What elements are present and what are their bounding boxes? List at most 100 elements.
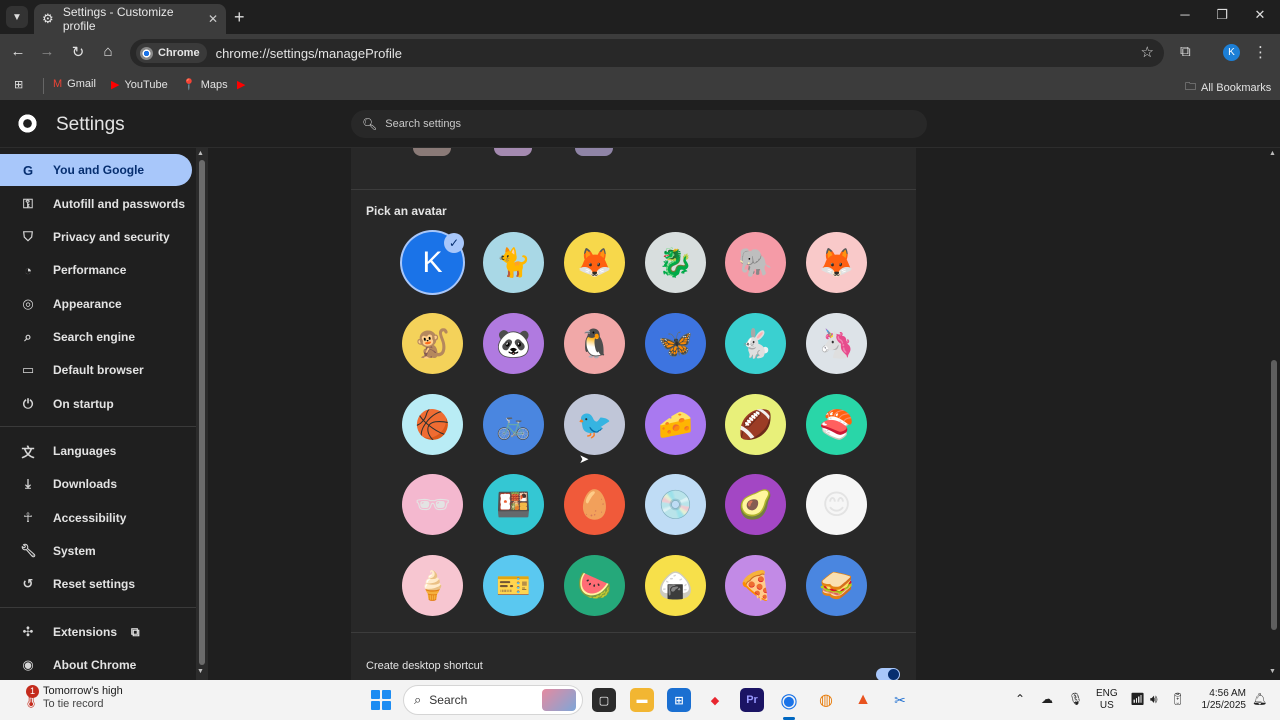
new-tab-button[interactable]: + — [234, 7, 245, 28]
scrollbar-thumb[interactable] — [199, 160, 205, 665]
snipping-tool-icon[interactable]: ✂ — [888, 688, 912, 712]
scroll-up-icon[interactable]: ▲ — [197, 150, 204, 157]
clock[interactable]: 4:56 AM 1/25/2025 — [1190, 688, 1247, 712]
avatar-basketball[interactable]: 🏀 — [402, 394, 463, 455]
taskbar-search[interactable]: ⌕ Search — [403, 685, 583, 715]
bookmark-star-icon[interactable]: ☆ — [1141, 43, 1154, 61]
minimize-button[interactable]: ─ — [1170, 7, 1200, 22]
color-swatch[interactable] — [575, 148, 613, 156]
maximize-button[interactable]: ❐ — [1207, 7, 1237, 23]
reload-button[interactable]: ↻ — [68, 43, 88, 61]
sidebar-item-search-engine[interactable]: ⌕ Search engine — [0, 321, 192, 353]
avatar-monkey[interactable]: 🐒 — [402, 313, 463, 374]
color-swatch[interactable] — [494, 148, 532, 156]
app-diamond-icon[interactable]: ◆ — [703, 688, 727, 712]
avatar-cat[interactable]: 🐈 — [483, 232, 544, 293]
avatar-ticket[interactable]: 🎫 — [483, 555, 544, 616]
avatar-watermelon[interactable]: 🍉 — [564, 555, 625, 616]
sidebar-item-appearance[interactable]: ◎ Appearance — [0, 288, 192, 320]
sidebar-item-reset[interactable]: ↺ Reset settings — [0, 568, 192, 600]
url-text[interactable]: chrome://settings/manageProfile — [216, 46, 402, 61]
battery-icon[interactable]: 🔋︎ — [1170, 692, 1185, 706]
bookmark-maps[interactable]: 📍 Maps — [182, 78, 228, 92]
file-explorer-icon[interactable]: ▬ — [630, 688, 654, 712]
sidebar-item-system[interactable]: 🔧︎ System — [0, 535, 192, 567]
avatar-rabbit[interactable]: 🐇 — [725, 313, 786, 374]
avatar-penguin[interactable]: 🐧 — [564, 313, 625, 374]
avatar-cheese[interactable]: 🧀 — [645, 394, 706, 455]
avatar-elephant[interactable]: 🐘 — [725, 232, 786, 293]
avatar-football[interactable]: 🏈 — [725, 394, 786, 455]
avatar-sushi-plate[interactable]: 🍣 — [806, 394, 867, 455]
sidebar-item-default-browser[interactable]: ▭ Default browser — [0, 354, 192, 386]
address-bar[interactable]: Chrome chrome://settings/manageProfile ☆ — [130, 39, 1164, 67]
scrollbar-thumb[interactable] — [1271, 360, 1277, 630]
premiere-icon[interactable]: Pr — [740, 688, 764, 712]
avatar-unicorn[interactable]: 🦄 — [806, 313, 867, 374]
menu-icon[interactable]: ⋮ — [1253, 43, 1268, 61]
matlab-icon[interactable]: ▲ — [851, 688, 875, 712]
bookmark-gmail[interactable]: M Gmail — [53, 78, 96, 90]
back-button[interactable]: ← — [8, 43, 28, 60]
blender-icon[interactable]: ◍ — [814, 688, 838, 712]
onedrive-icon[interactable]: ☁ — [1041, 692, 1053, 706]
avatar-vinyl-record[interactable]: 💿 — [645, 474, 706, 535]
apps-icon[interactable]: ⊞ — [14, 78, 23, 91]
close-window-button[interactable]: ✕ — [1245, 7, 1275, 23]
notifications-icon[interactable]: 🔔︎ — [1252, 692, 1267, 706]
avatar-dragon[interactable]: 🐉 — [645, 232, 706, 293]
weather-widget[interactable]: 🌡︎ 1 Tomorrow's high To tie record — [16, 685, 123, 711]
page-scrollbar[interactable]: ▲ ▼ — [1268, 148, 1280, 680]
sidebar-item-you-and-google[interactable]: G You and Google — [0, 154, 192, 186]
sidebar-item-about[interactable]: ◉ About Chrome — [0, 649, 192, 681]
avatar-panda[interactable]: 🐼 — [483, 313, 544, 374]
microphone-icon[interactable]: 🎙︎ — [1068, 692, 1083, 706]
avatar-onigiri[interactable]: 🍙 — [645, 555, 706, 616]
avatar-smiley[interactable]: 😊 — [806, 474, 867, 535]
scroll-up-icon[interactable]: ▲ — [1269, 150, 1276, 157]
avatar-bicycle[interactable]: 🚲 — [483, 394, 544, 455]
scroll-down-icon[interactable]: ▼ — [1269, 668, 1276, 675]
scroll-down-icon[interactable]: ▼ — [197, 668, 204, 675]
settings-search-input[interactable]: 🔍︎ Search settings — [351, 110, 927, 138]
avatar-red-fox[interactable]: 🦊 — [806, 232, 867, 293]
close-tab-icon[interactable]: ✕ — [208, 12, 218, 26]
avatar-sunglasses[interactable]: 🕶 — [402, 474, 463, 535]
bookmark-youtube-2[interactable]: ▶ — [237, 78, 250, 91]
avatar-sushi[interactable]: 🍱 — [483, 474, 544, 535]
avatar-sandwich[interactable]: 🥪 — [806, 555, 867, 616]
avatar-tamagotchi[interactable]: 🥚 — [564, 474, 625, 535]
home-button[interactable]: ⌂ — [98, 43, 118, 60]
all-bookmarks[interactable]: 🗀 All Bookmarks — [1185, 78, 1271, 97]
avatar-pizza[interactable]: 🍕 — [725, 555, 786, 616]
sidebar-item-performance[interactable]: ◔ Performance — [0, 254, 192, 286]
tab-settings[interactable]: ⚙ Settings - Customize profile ✕ — [34, 4, 226, 34]
sidebar-item-accessibility[interactable]: ☥ Accessibility — [0, 502, 192, 534]
volume-icon[interactable]: 🔊︎ — [1150, 692, 1158, 707]
profile-avatar-button[interactable]: K — [1223, 44, 1240, 61]
sidebar-item-autofill[interactable]: ⚿ Autofill and passwords — [0, 188, 192, 220]
avatar-ice-cream[interactable]: 🍦 — [402, 555, 463, 616]
store-icon[interactable]: ⊞ — [667, 688, 691, 712]
avatar-avocado[interactable]: 🥑 — [725, 474, 786, 535]
sidebar-scrollbar[interactable]: ▲ ▼ — [196, 148, 208, 680]
language-indicator[interactable]: ENG US — [1096, 688, 1118, 712]
avatar-fox[interactable]: 🦊 — [564, 232, 625, 293]
avatar-butterfly[interactable]: 🦋 — [645, 313, 706, 374]
tab-search-button[interactable]: ▼ — [6, 6, 28, 28]
color-swatch[interactable] — [413, 148, 451, 156]
sidebar-item-on-startup[interactable]: ⏻ On startup — [0, 388, 192, 420]
forward-button[interactable]: → — [37, 43, 57, 60]
show-hidden-icons-icon[interactable]: ⌃ — [1015, 692, 1025, 706]
sidebar-item-privacy[interactable]: ⛉ Privacy and security — [0, 221, 192, 253]
sidebar-item-extensions[interactable]: ✣ Extensions ⧉ — [0, 616, 192, 648]
sidebar-item-languages[interactable]: 文 Languages — [0, 435, 192, 467]
wifi-icon[interactable]: 📶︎ — [1130, 692, 1145, 706]
task-view-icon[interactable]: ▢ — [592, 688, 616, 712]
avatar-bird[interactable]: 🐦 — [564, 394, 625, 455]
sidebar-item-downloads[interactable]: ⤓ Downloads — [0, 468, 192, 500]
extensions-icon[interactable]: ⧉ — [1180, 43, 1191, 60]
chrome-taskbar-icon[interactable]: ◉ — [777, 688, 801, 712]
bookmark-youtube[interactable]: ▶ YouTube — [111, 78, 168, 92]
site-chip[interactable]: Chrome — [136, 43, 207, 63]
